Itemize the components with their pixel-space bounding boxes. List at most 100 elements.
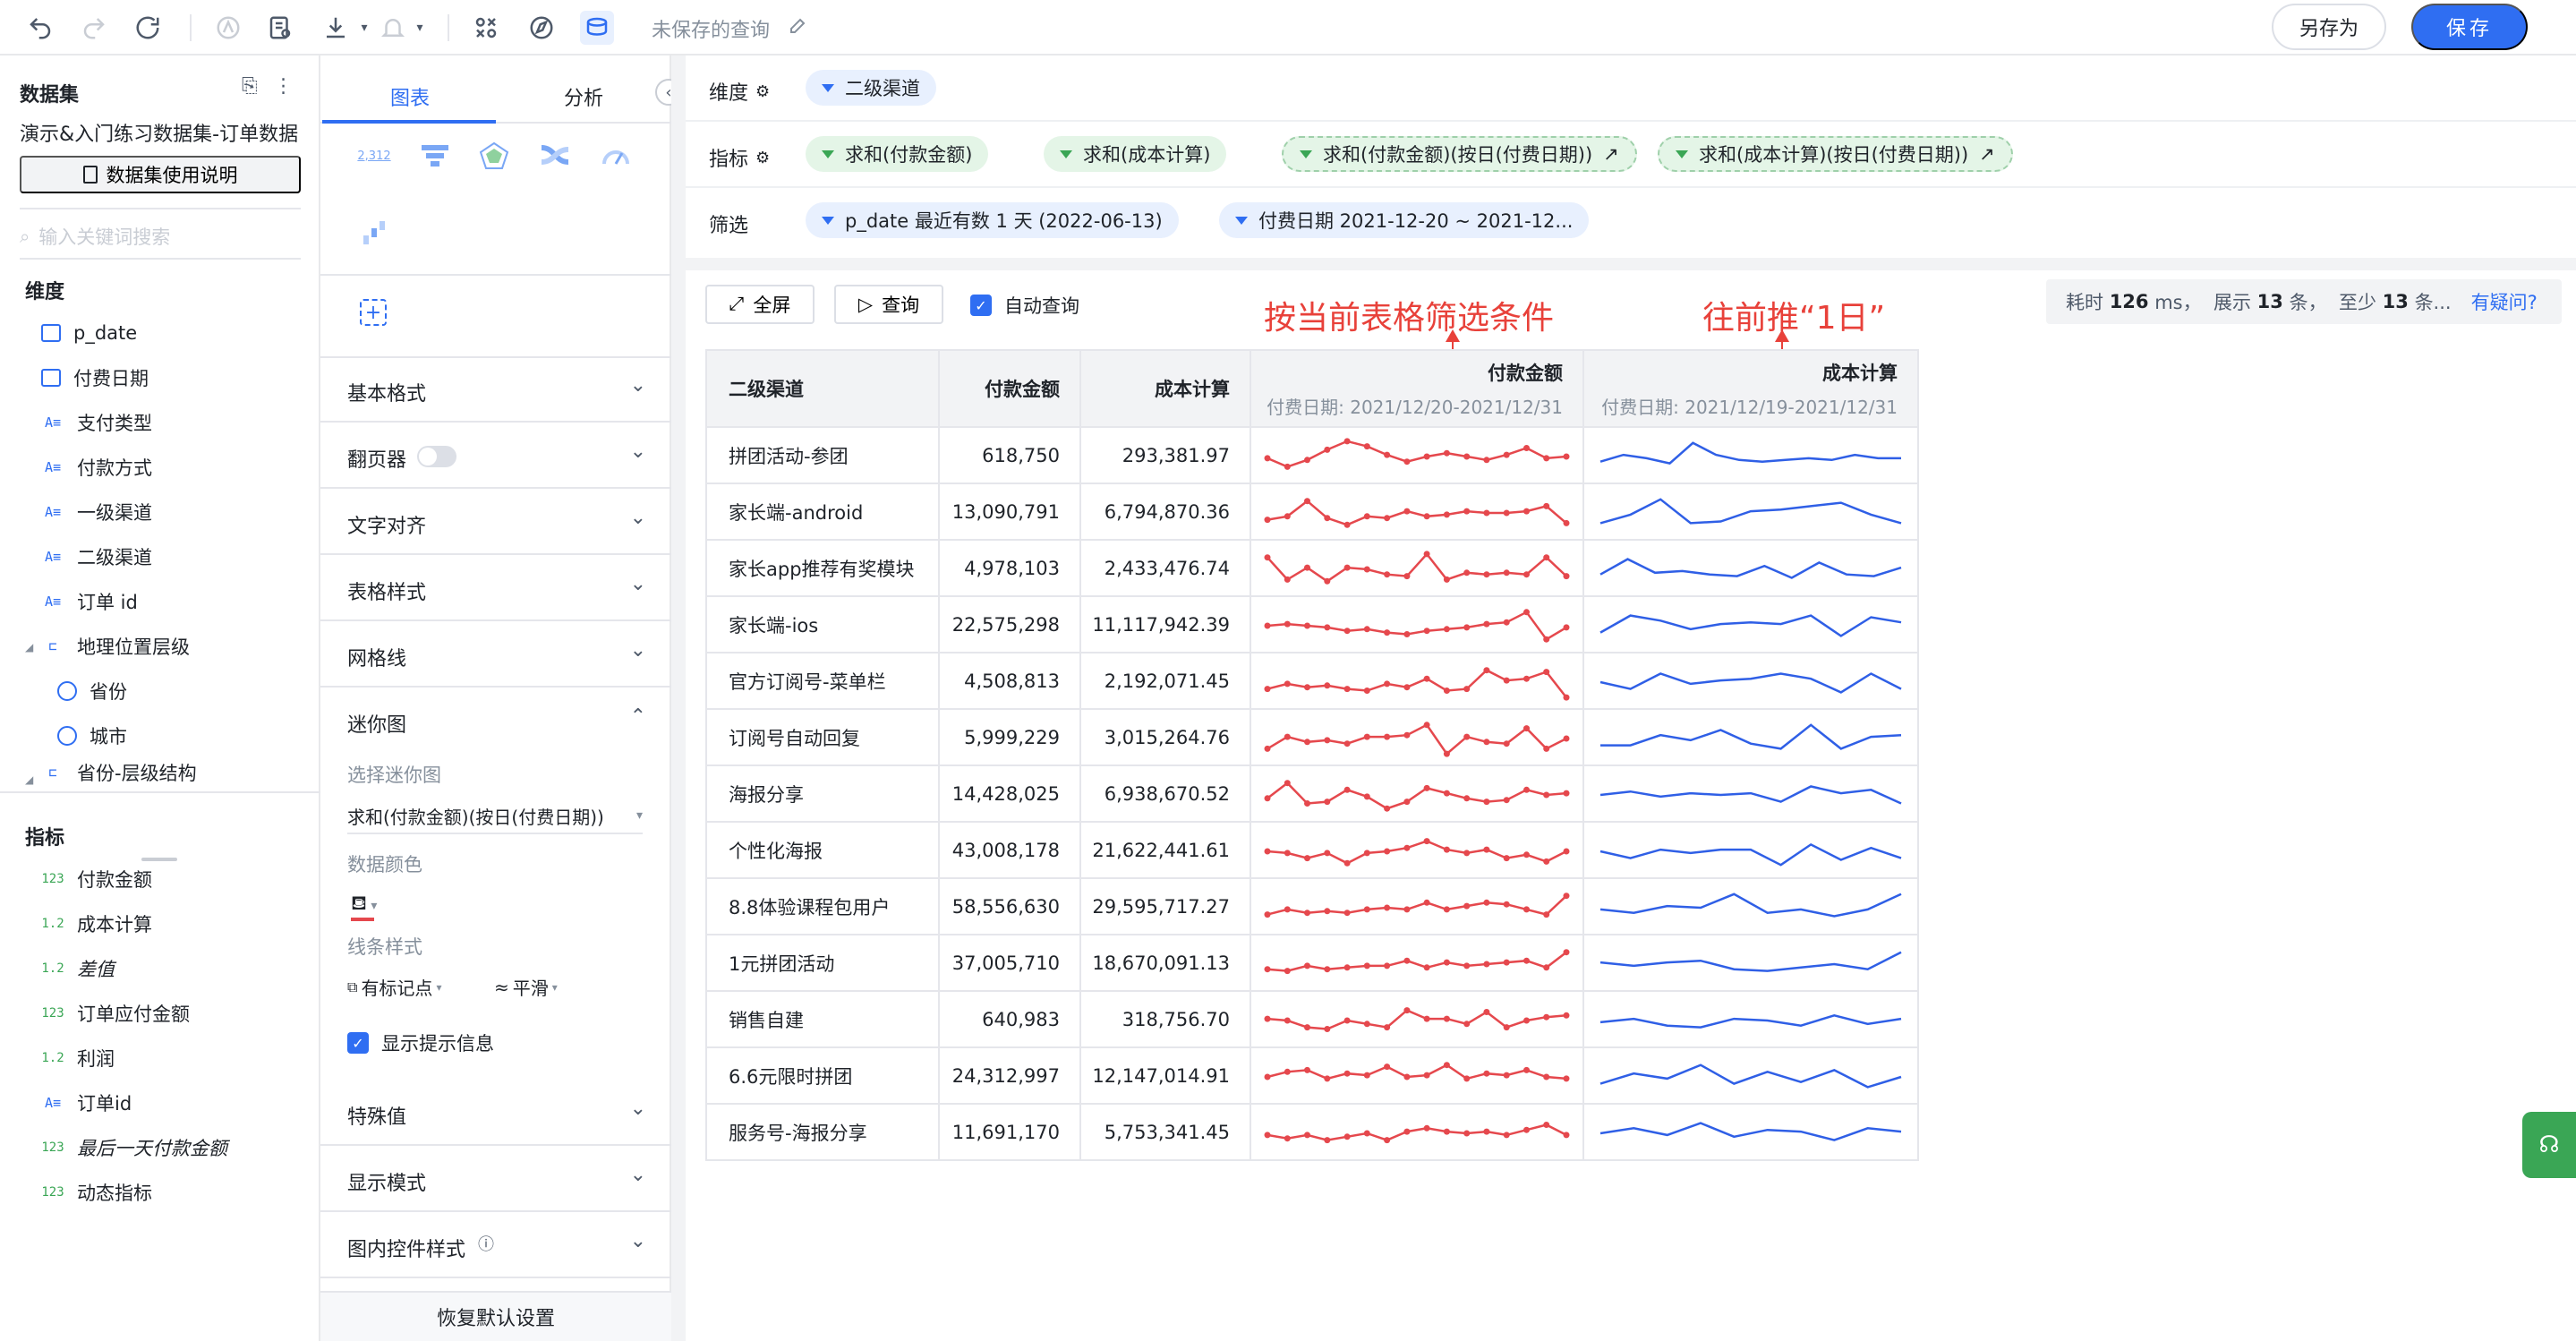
measure-field-pay-amount[interactable]: 123 付款金额 xyxy=(41,861,152,897)
dimension-field-pay-date[interactable]: 付费日期 xyxy=(41,360,149,396)
checkbox-checked-icon[interactable]: ✓ xyxy=(347,1032,369,1054)
chevron-up-icon[interactable]: ⌃ xyxy=(630,705,646,728)
filter-pill[interactable]: p_date 最近有数 1 天 (2022-06-13) xyxy=(806,202,1179,238)
auto-query-checkbox[interactable]: ✓ 自动查询 xyxy=(970,292,1079,319)
pager-toggle[interactable] xyxy=(417,446,456,467)
measure-pill-sparkline[interactable]: 求和(付款金额)(按日(付费日期)) ↗ xyxy=(1282,136,1637,172)
dimension-field-pay-type[interactable]: A≡ 支付类型 xyxy=(41,405,152,440)
help-link[interactable]: 有疑问? xyxy=(2471,288,2538,315)
dataset-doc-button[interactable]: 数据集使用说明 xyxy=(20,156,301,193)
field-search-input[interactable]: ⌕ 输入关键词搜索 xyxy=(20,215,301,258)
measure-field-diff[interactable]: 1.2 差值 xyxy=(41,951,115,987)
table-row[interactable]: 8.8体验课程包用户 58,556,630 29,595,717.27 xyxy=(705,877,1919,935)
mini-chart-select[interactable]: 求和(付款金额)(按日(付费日期)) ▾ xyxy=(347,799,643,834)
table-row[interactable]: 海报分享 14,428,025 6,938,670.52 xyxy=(705,764,1919,823)
restore-defaults-button[interactable]: 恢复默认设置 xyxy=(320,1291,671,1341)
measure-field-cost[interactable]: 1.2 成本计算 xyxy=(41,906,152,942)
indicator-card-icon[interactable]: 2,312 xyxy=(356,140,392,172)
dimension-field-city[interactable]: 城市 xyxy=(57,718,127,754)
redo-icon[interactable] xyxy=(77,11,111,45)
sankey-icon[interactable] xyxy=(537,140,573,172)
settings-icon[interactable]: ⚙ xyxy=(755,149,770,167)
measure-pill-sparkline[interactable]: 求和(成本计算)(按日(付费日期)) ↗ xyxy=(1658,136,2013,172)
smooth-select[interactable]: ≈ 平滑 ▾ xyxy=(494,974,558,1000)
column-header[interactable]: 付款金额 xyxy=(938,349,1081,428)
ai-icon[interactable] xyxy=(211,11,245,45)
column-header[interactable]: 成本计算 xyxy=(1079,349,1251,428)
table-row[interactable]: 家长端-android 13,090,791 6,794,870.36 xyxy=(705,483,1919,541)
tab-chart[interactable]: 图表 xyxy=(390,82,430,111)
table-row[interactable]: 订阅号自动回复 5,999,229 3,015,264.76 xyxy=(705,708,1919,766)
measure-field-last-day-pay[interactable]: 123 最后一天付款金额 xyxy=(41,1130,227,1166)
show-tooltip-checkbox[interactable]: ✓ 显示提示信息 xyxy=(347,1029,494,1056)
checkbox-checked-icon[interactable]: ✓ xyxy=(970,295,992,316)
measure-field-order-payable[interactable]: 123 订单应付金额 xyxy=(41,995,190,1031)
basic-format-section[interactable]: 基本格式 ⌄ xyxy=(320,358,671,423)
dimension-field-province[interactable]: 省份 xyxy=(57,673,127,709)
column-header[interactable]: 二级渠道 xyxy=(705,349,940,428)
sparkline-column-header[interactable]: 付款金额 付费日期: 2021/12/20-2021/12/31 xyxy=(1250,349,1584,428)
measure-pill[interactable]: 求和(成本计算) xyxy=(1044,136,1227,172)
dimension-field-province-hierarchy[interactable]: ⊏ 省份-层级结构 xyxy=(41,761,196,784)
table-style-section[interactable]: 表格样式 ⌄ xyxy=(320,557,671,621)
pager-section[interactable]: 翻页器 ⌄ xyxy=(320,424,671,489)
dimension-field-channel-2[interactable]: A≡ 二级渠道 xyxy=(41,539,152,575)
cache-icon[interactable] xyxy=(580,11,614,45)
measure-field-order-id[interactable]: A≡ 订单id xyxy=(41,1085,132,1121)
sparkline-point xyxy=(1543,791,1550,798)
undo-icon[interactable] xyxy=(23,11,57,45)
dimension-field-p-date[interactable]: p_date xyxy=(41,315,137,351)
tree-collapse-icon[interactable]: ◢ xyxy=(25,641,33,653)
customer-service-icon[interactable]: ☊ xyxy=(2522,1112,2576,1178)
measure-field-profit[interactable]: 1.2 利润 xyxy=(41,1040,115,1076)
gauge-icon[interactable] xyxy=(598,140,634,172)
save-button[interactable]: 保存 xyxy=(2411,4,2528,50)
dimension-field-pay-method[interactable]: A≡ 付款方式 xyxy=(41,449,152,485)
measure-pill[interactable]: 求和(付款金额) xyxy=(806,136,989,172)
table-row[interactable]: 服务号-海报分享 11,691,170 5,753,341.45 xyxy=(705,1103,1919,1161)
table-row[interactable]: 拼团活动-参团 618,750 293,381.97 xyxy=(705,426,1919,484)
table-row[interactable]: 官方订阅号-菜单栏 4,508,813 2,192,071.45 xyxy=(705,652,1919,710)
settings-icon[interactable]: ⚙ xyxy=(755,82,770,101)
radar-icon[interactable] xyxy=(476,140,512,172)
marker-select[interactable]: ⧉ 有标记点 ▾ xyxy=(347,974,441,1000)
table-row[interactable]: 个性化海报 43,008,178 21,622,441.61 xyxy=(705,821,1919,879)
query-button[interactable]: ▷ 查询 xyxy=(834,285,943,324)
dimension-field-geo-hierarchy[interactable]: ⊏ 地理位置层级 xyxy=(41,628,190,664)
refresh-icon[interactable] xyxy=(131,11,165,45)
dimension-field-order-id[interactable]: A≡ 订单 id xyxy=(41,584,138,619)
text-align-section[interactable]: 文字对齐 ⌄ xyxy=(320,491,671,555)
widget-style-section[interactable]: 图内控件样式 ⓘ ⌄ xyxy=(320,1214,671,1278)
table-row[interactable]: 销售自建 640,983 318,756.70 xyxy=(705,990,1919,1048)
more-icon[interactable]: ⋮ xyxy=(274,75,294,98)
sparkline-point xyxy=(1384,570,1391,577)
tab-analysis[interactable]: 分析 xyxy=(564,82,603,111)
switch-dataset-icon[interactable]: ⎘ xyxy=(242,75,258,98)
funnel-icon[interactable] xyxy=(417,140,453,172)
sparkline-column-header[interactable]: 成本计算 付费日期: 2021/12/19-2021/12/31 xyxy=(1582,349,1919,428)
share-icon[interactable] xyxy=(525,11,559,45)
waterfall-icon[interactable] xyxy=(356,217,392,249)
dimension-pill[interactable]: 二级渠道 xyxy=(806,70,936,106)
table-row[interactable]: 家长端-ios 22,575,298 11,117,942.39 xyxy=(705,595,1919,653)
save-as-button[interactable]: 另存为 xyxy=(2272,4,2386,50)
data-color-picker[interactable]: ⛾ ▾ xyxy=(351,893,377,921)
table-row[interactable]: 6.6元限时拼团 24,312,997 12,147,014.91 xyxy=(705,1046,1919,1105)
measure-field-dynamic[interactable]: 123 动态指标 xyxy=(41,1174,152,1210)
grid-line-section[interactable]: 网格线 ⌄ xyxy=(320,623,671,688)
edit-icon[interactable] xyxy=(788,14,811,38)
tree-collapse-icon[interactable]: ◢ xyxy=(25,773,33,786)
special-value-section[interactable]: 特殊值 ⌄ xyxy=(320,1081,671,1146)
section-label[interactable]: 迷你图 xyxy=(347,709,406,738)
dimension-field-channel-1[interactable]: A≡ 一级渠道 xyxy=(41,494,152,530)
table-row[interactable]: 家长app推荐有奖模块 4,978,103 2,433,476.74 xyxy=(705,539,1919,597)
add-chart-element-icon[interactable]: + xyxy=(360,299,387,326)
layout-icon[interactable] xyxy=(469,11,503,45)
sql-icon[interactable] xyxy=(263,11,297,45)
sparkline-point xyxy=(1264,1015,1271,1022)
fullscreen-button[interactable]: ⤢ 全屏 xyxy=(705,285,815,324)
filter-pill[interactable]: 付费日期 2021-12-20 ~ 2021-12... xyxy=(1219,202,1590,238)
subscribe-chevron-icon[interactable]: ▾ xyxy=(403,11,437,45)
display-mode-section[interactable]: 显示模式 ⌄ xyxy=(320,1148,671,1212)
table-row[interactable]: 1元拼团活动 37,005,710 18,670,091.13 xyxy=(705,934,1919,992)
